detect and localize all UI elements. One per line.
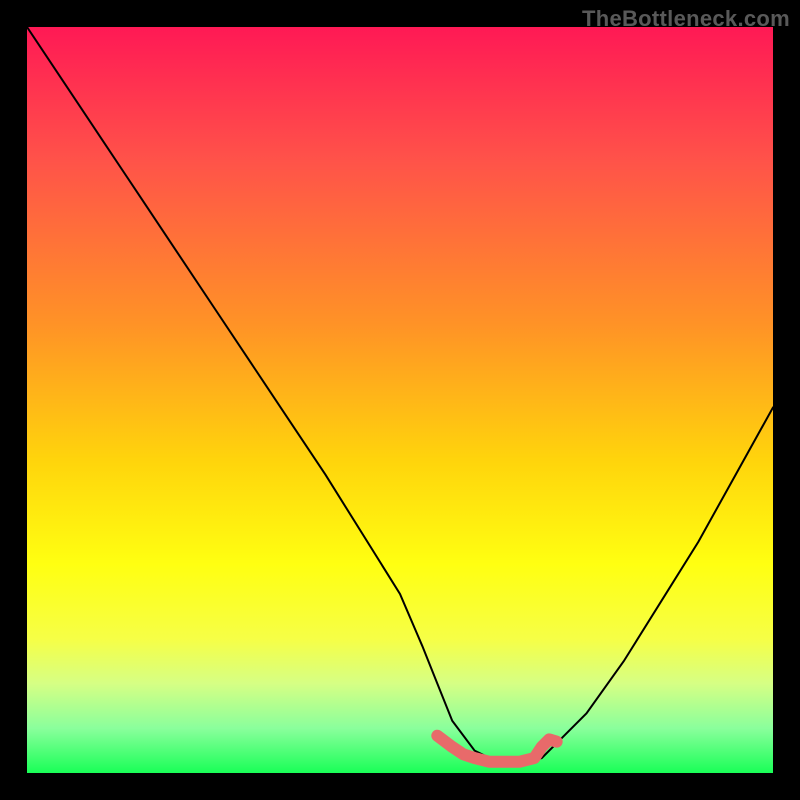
watermark-text: TheBottleneck.com: [582, 6, 790, 32]
bottleneck-curve: [27, 27, 773, 762]
low-region-highlight: [437, 736, 556, 762]
chart-stage: TheBottleneck.com: [0, 0, 800, 800]
plot-svg: [27, 27, 773, 773]
plot-frame: [27, 27, 773, 773]
